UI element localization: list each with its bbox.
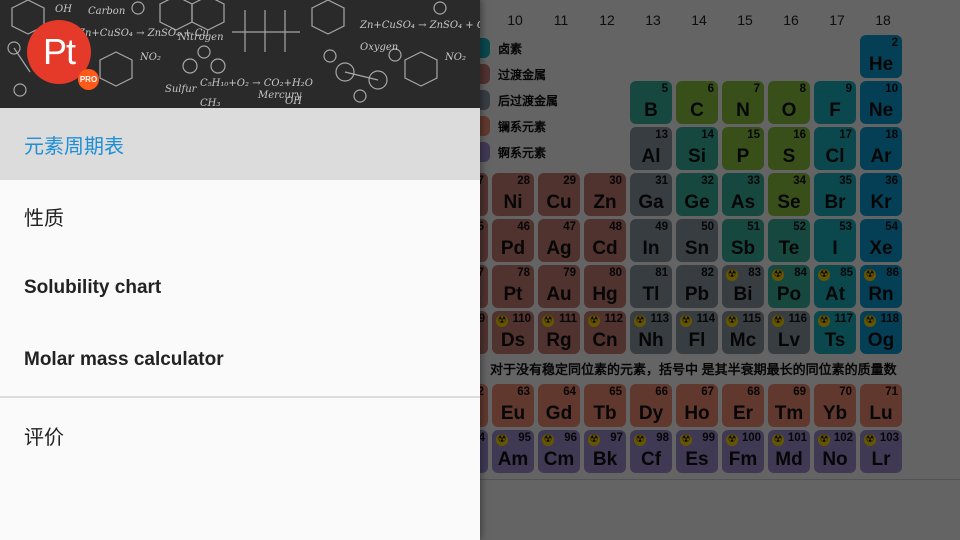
chalk-text: Nitrogen <box>177 32 224 43</box>
chalk-text: C₅H₁₀+O₂ → CO₂+H₂O <box>200 78 313 89</box>
chalk-text: Oxygen <box>360 42 398 53</box>
nav-item-molar-mass-calculator[interactable]: Molar mass calculator <box>0 324 480 396</box>
pro-badge: PRO <box>78 69 99 90</box>
chalk-text: CH₃ <box>200 98 220 108</box>
nav-item-label: 评价 <box>24 426 64 449</box>
nav-item-label: 元素周期表 <box>24 135 124 158</box>
chalk-text: OH <box>285 96 302 107</box>
chalk-text: NO₂ <box>139 52 161 63</box>
nav-item-label: Molar mass calculator <box>24 349 224 370</box>
nav-item-periodic-table[interactable]: 元素周期表 <box>0 108 480 180</box>
nav-item-label: Solubility chart <box>24 277 162 298</box>
chalk-text: Zn+CuSO₄ → ZnSO₄ + Cu <box>359 20 480 31</box>
nav-item-rate[interactable]: 评价 <box>0 399 480 471</box>
chalk-text: Sulfur <box>165 84 198 95</box>
drawer-divider <box>0 396 480 398</box>
nav-item-label: 性质 <box>24 207 64 230</box>
chalk-text: OH <box>55 4 72 15</box>
chalk-text: NO₂ <box>444 52 466 63</box>
chalk-text: Carbon <box>88 6 125 17</box>
nav-item-properties[interactable]: 性质 <box>0 180 480 252</box>
navigation-drawer: OH Carbon Zn+CuSO₄ → ZnSO₄ + Cu Nitrogen… <box>0 0 480 540</box>
drawer-header: OH Carbon Zn+CuSO₄ → ZnSO₄ + Cu Nitrogen… <box>0 0 480 108</box>
nav-item-solubility-chart[interactable]: Solubility chart <box>0 252 480 324</box>
